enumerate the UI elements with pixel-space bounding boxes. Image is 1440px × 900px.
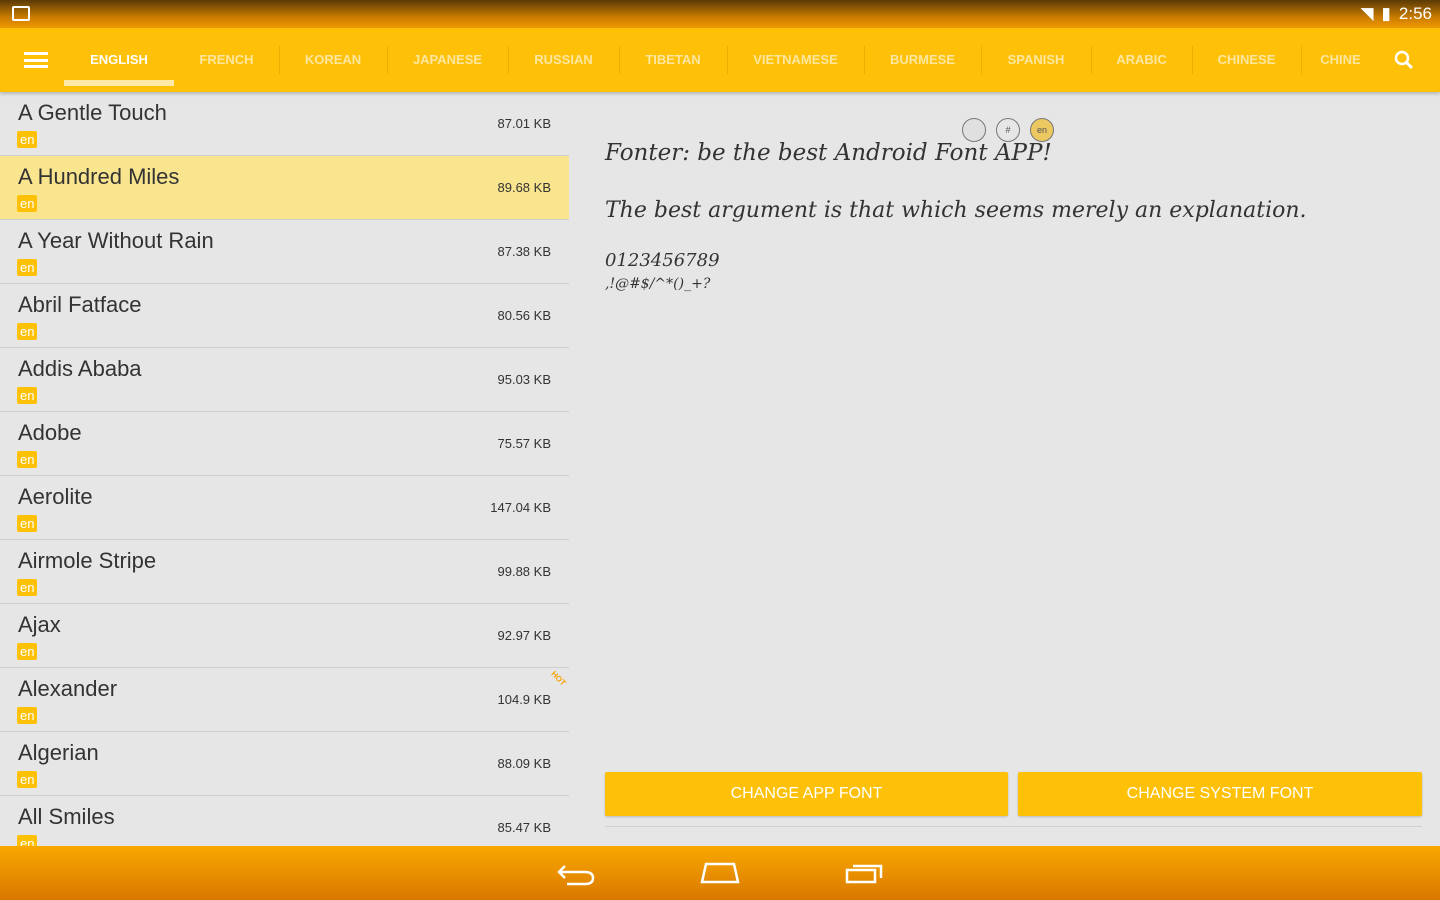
- language-badge: en: [17, 259, 38, 276]
- battery-charging-icon: ▮: [1381, 4, 1391, 23]
- preview-digits: 0123456789: [605, 250, 720, 271]
- font-name: Addis Ababa: [18, 356, 142, 381]
- language-badge: en: [17, 387, 38, 404]
- hot-badge: HOT: [549, 669, 568, 688]
- language-badge: en: [17, 835, 38, 846]
- font-name: All Smiles: [18, 804, 115, 829]
- language-badge: en: [17, 707, 38, 724]
- font-name: A Hundred Miles: [18, 164, 180, 189]
- preview-symbols: ,!@#$/^*()_+?: [605, 276, 711, 292]
- notification-app-icon: [12, 6, 30, 21]
- tab-arabic[interactable]: ARABIC: [1091, 28, 1192, 92]
- tab-japanese[interactable]: JAPANESE: [387, 28, 508, 92]
- font-size: 92.97 KB: [497, 628, 552, 643]
- font-size: 87.01 KB: [497, 116, 552, 131]
- tab-vietnamese[interactable]: VIETNAMESE: [727, 28, 864, 92]
- font-list[interactable]: A Gentle Touch en 87.01 KB A Hundred Mile…: [0, 92, 569, 846]
- menu-icon[interactable]: [24, 52, 48, 68]
- language-badge: en: [17, 323, 38, 340]
- font-list-item[interactable]: Alexander en 104.9 KB HOT: [0, 668, 569, 732]
- status-bar: ◥ ▮ 2:56: [0, 0, 1440, 28]
- tab-russian[interactable]: RUSSIAN: [508, 28, 619, 92]
- clock: 2:56: [1398, 4, 1432, 23]
- font-list-item[interactable]: A Hundred Miles en 89.68 KB: [0, 156, 569, 220]
- font-list-item[interactable]: Ajax en 92.97 KB: [0, 604, 569, 668]
- font-name: Algerian: [18, 740, 99, 765]
- font-size: 87.38 KB: [497, 244, 552, 259]
- font-list-item[interactable]: Abril Fatface en 80.56 KB: [0, 284, 569, 348]
- font-name: Ajax: [18, 612, 61, 637]
- font-name: Alexander: [18, 676, 118, 701]
- font-list-item[interactable]: Algerian en 88.09 KB: [0, 732, 569, 796]
- toolbar: ENGLISH FRENCH KOREAN JAPANESE RUSSIAN TIBETA…: [0, 28, 1440, 92]
- font-preview: # en Fonter: be the best Android Font AP…: [605, 92, 1425, 846]
- divider: [605, 826, 1422, 827]
- language-badge: en: [17, 131, 38, 148]
- tab-tibetan[interactable]: TIBETAN: [619, 28, 727, 92]
- tab-burmese[interactable]: BURMESE: [864, 28, 981, 92]
- preview-line-1: Fonter: be the best Android Font APP!: [605, 140, 1052, 166]
- language-badge: en: [17, 195, 38, 212]
- font-name: Adobe: [18, 420, 82, 445]
- tab-chinese[interactable]: CHINESE: [1192, 28, 1301, 92]
- tab-french[interactable]: FRENCH: [174, 28, 279, 92]
- font-name: A Gentle Touch: [18, 100, 167, 125]
- font-list-item[interactable]: Adobe en 75.57 KB: [0, 412, 569, 476]
- font-list-item[interactable]: All Smiles en 85.47 KB: [0, 796, 569, 846]
- back-icon[interactable]: [557, 860, 595, 886]
- tab-korean[interactable]: KOREAN: [279, 28, 387, 92]
- font-name: Airmole Stripe: [18, 548, 157, 573]
- language-badge: en: [17, 771, 38, 788]
- preview-line-2: The best argument is that which seems me…: [605, 198, 1307, 223]
- font-list-item[interactable]: A Year Without Rain en 87.38 KB: [0, 220, 569, 284]
- numbers-option[interactable]: #: [996, 118, 1020, 142]
- change-system-font-button[interactable]: CHANGE SYSTEM FONT: [1018, 772, 1422, 816]
- font-name: Aerolite: [18, 484, 93, 509]
- change-app-font-button[interactable]: CHANGE APP FONT: [605, 772, 1008, 816]
- tab-chine[interactable]: CHINE: [1301, 28, 1380, 92]
- font-size: 95.03 KB: [497, 372, 552, 387]
- language-badge: en: [17, 579, 38, 596]
- language-option-en[interactable]: en: [1030, 118, 1054, 142]
- font-list-item[interactable]: A Gentle Touch en 87.01 KB: [0, 92, 569, 156]
- home-icon[interactable]: [700, 860, 740, 886]
- font-size: 85.47 KB: [497, 820, 552, 835]
- font-size: 99.88 KB: [497, 564, 552, 579]
- font-list-item[interactable]: Aerolite en 147.04 KB: [0, 476, 569, 540]
- tab-english[interactable]: ENGLISH: [64, 28, 174, 92]
- navigation-bar: [0, 846, 1440, 900]
- font-size: 104.9 KB: [497, 692, 552, 707]
- language-badge: en: [17, 515, 38, 532]
- tab-spanish[interactable]: SPANISH: [981, 28, 1091, 92]
- color-option-blank[interactable]: [962, 118, 986, 142]
- font-name: A Year Without Rain: [18, 228, 214, 253]
- search-icon[interactable]: [1394, 50, 1414, 70]
- language-badge: en: [17, 451, 38, 468]
- font-list-item[interactable]: Addis Ababa en 95.03 KB: [0, 348, 569, 412]
- font-size: 88.09 KB: [497, 756, 552, 771]
- font-name: Abril Fatface: [18, 292, 142, 317]
- font-list-item[interactable]: Airmole Stripe en 99.88 KB: [0, 540, 569, 604]
- font-size: 75.57 KB: [497, 436, 552, 451]
- wifi-icon: ◥: [1360, 4, 1374, 23]
- language-badge: en: [17, 643, 38, 660]
- font-size: 89.68 KB: [497, 180, 552, 195]
- font-size: 80.56 KB: [497, 308, 552, 323]
- font-size: 147.04 KB: [490, 500, 551, 515]
- recent-apps-icon[interactable]: [845, 860, 885, 886]
